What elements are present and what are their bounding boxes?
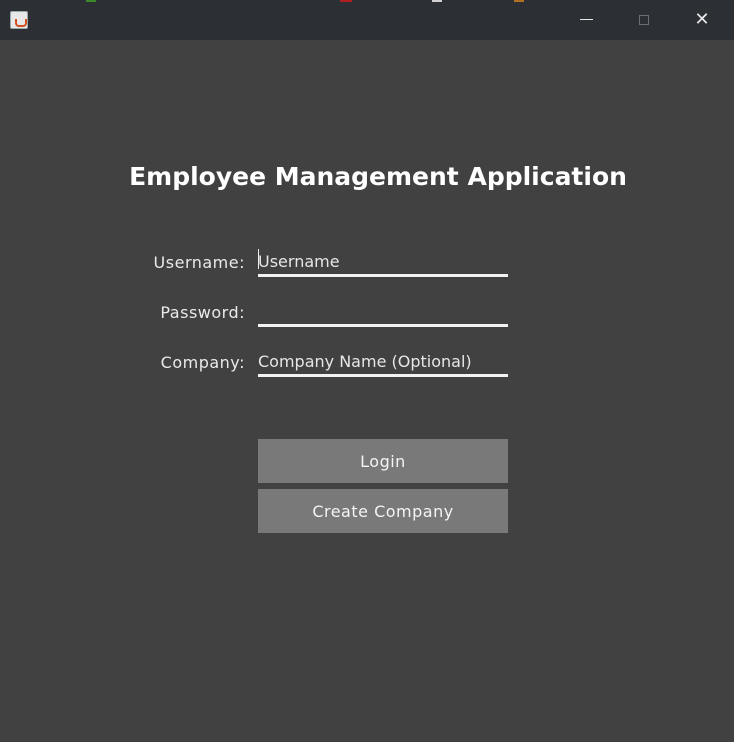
company-field-wrapper: [258, 348, 508, 377]
company-label: Company:: [160, 353, 245, 372]
background-window-strip: [340, 0, 352, 2]
password-label: Password:: [160, 303, 245, 322]
login-button[interactable]: Login: [258, 439, 508, 483]
username-label: Username:: [153, 253, 245, 272]
java-app-icon[interactable]: [10, 11, 28, 29]
username-field-wrapper: [258, 248, 508, 277]
username-input[interactable]: [258, 248, 508, 274]
company-input[interactable]: [258, 348, 508, 374]
password-field-wrapper: [258, 298, 508, 327]
minimize-icon: [579, 18, 593, 20]
text-caret: [258, 249, 259, 269]
close-button[interactable]: ✕: [673, 0, 731, 40]
close-icon: ✕: [694, 9, 710, 30]
create-company-button[interactable]: Create Company: [258, 489, 508, 533]
minimize-button[interactable]: [557, 0, 615, 40]
background-window-strip: [514, 0, 524, 2]
maximize-button[interactable]: [615, 0, 673, 40]
login-panel: Employee Management Application Username…: [1, 40, 733, 741]
maximize-icon: [639, 15, 649, 25]
background-window-strip: [86, 0, 96, 2]
background-window-strip: [432, 0, 442, 2]
window-titlebar: ✕: [0, 0, 734, 40]
app-title: Employee Management Application: [129, 162, 627, 191]
password-input[interactable]: [258, 298, 508, 324]
